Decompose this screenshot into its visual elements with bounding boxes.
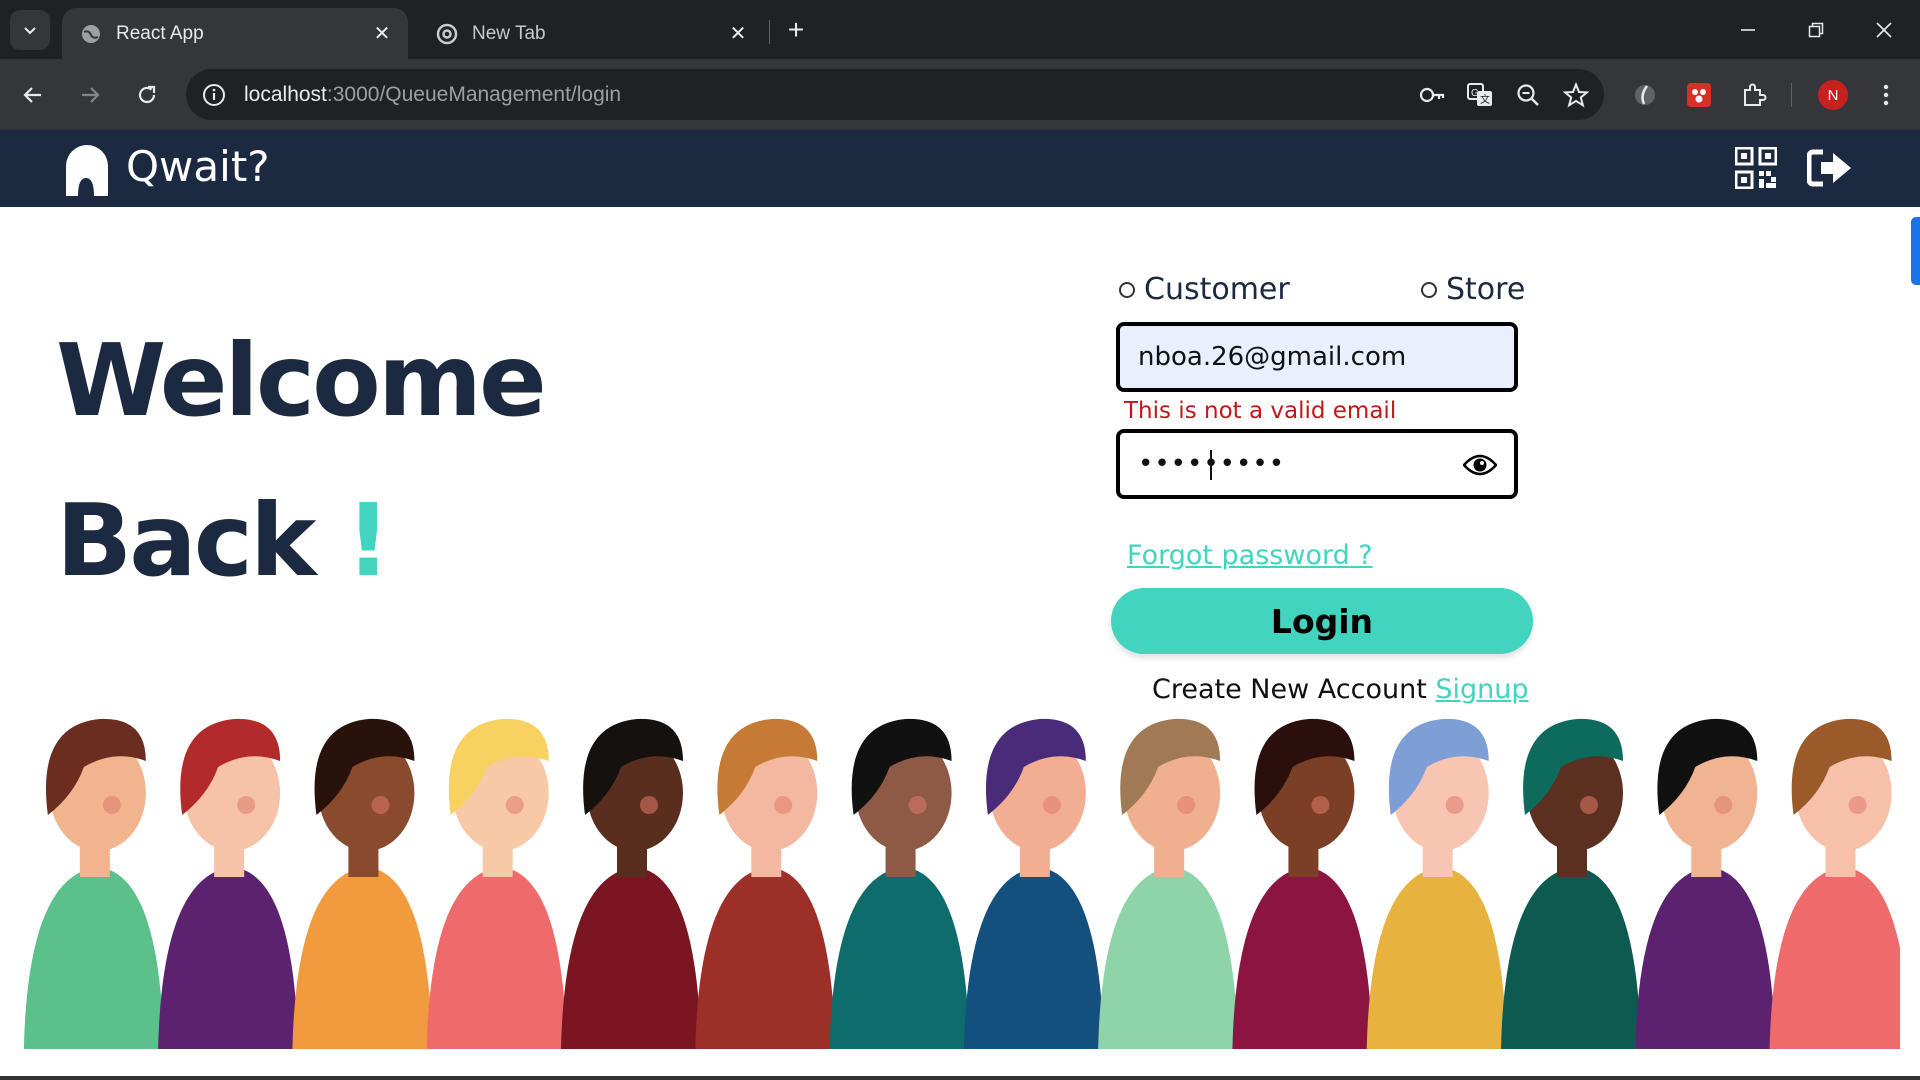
welcome-heading-line2: Back ! — [56, 482, 391, 599]
kebab-icon — [1883, 84, 1889, 106]
radio-button[interactable] — [1119, 281, 1135, 298]
qr-code-button[interactable] — [1732, 144, 1780, 192]
info-icon[interactable] — [200, 81, 228, 109]
svg-text:G: G — [1471, 88, 1479, 99]
tab-search-button[interactable] — [10, 10, 50, 50]
person-figure — [829, 718, 970, 1049]
app-header: Qwait? — [0, 130, 1920, 207]
password-field[interactable] — [1116, 429, 1518, 499]
bottom-border — [0, 1076, 1920, 1080]
radio-customer[interactable]: Customer — [1119, 272, 1290, 307]
person-figure — [963, 718, 1104, 1049]
create-account-text: Create New Account — [1152, 674, 1427, 705]
tab-new-tab[interactable]: New Tab ✕ — [418, 8, 764, 59]
translate-icon[interactable]: G文 — [1460, 75, 1500, 115]
person-figure — [158, 718, 299, 1049]
minimize-button[interactable] — [1714, 0, 1782, 59]
star-icon[interactable] — [1556, 75, 1596, 115]
person-figure — [1098, 718, 1239, 1049]
more-menu-button[interactable] — [1866, 75, 1906, 115]
tab-title: New Tab — [472, 22, 546, 44]
signup-prompt: Create New Account Signup — [1152, 674, 1529, 705]
person-figure — [292, 718, 433, 1049]
person-figure — [426, 718, 567, 1049]
puzzle-icon[interactable] — [1734, 75, 1774, 115]
person-figure — [1232, 718, 1373, 1049]
tab-react-app[interactable]: React App ✕ — [62, 8, 408, 59]
email-field[interactable] — [1116, 322, 1518, 392]
browser-tab-strip: React App ✕ New Tab ✕ + — [0, 0, 1920, 59]
close-icon[interactable]: ✕ — [726, 22, 750, 46]
close-icon — [1876, 21, 1892, 38]
radio-store[interactable]: Store — [1421, 272, 1525, 307]
url-text[interactable]: localhost:3000/QueueManagement/login — [244, 83, 1412, 107]
key-icon[interactable] — [1412, 75, 1452, 115]
welcome-exclamation: ! — [345, 482, 391, 599]
reload-icon — [138, 85, 156, 104]
tab-divider — [769, 20, 770, 44]
logout-button[interactable] — [1806, 144, 1854, 192]
arrow-left-icon — [23, 87, 41, 103]
plus-icon: + — [787, 14, 805, 45]
back-button[interactable] — [13, 75, 53, 115]
globe-icon — [80, 23, 102, 45]
brand-title[interactable]: Qwait? — [126, 142, 270, 191]
logo-icon — [66, 145, 108, 196]
restore-button[interactable] — [1782, 0, 1850, 59]
person-figure — [695, 718, 836, 1049]
person-figure — [1769, 718, 1900, 1049]
new-tab-button[interactable]: + — [778, 12, 814, 48]
welcome-back-text: Back — [56, 482, 316, 599]
text-caret — [1210, 450, 1212, 480]
minimize-icon — [1741, 28, 1755, 31]
email-input[interactable] — [1120, 326, 1514, 388]
person-figure — [1366, 718, 1507, 1049]
extension-icon[interactable] — [1679, 75, 1719, 115]
forward-button[interactable] — [70, 75, 110, 115]
chevron-down-icon — [24, 27, 36, 35]
close-window-button[interactable] — [1850, 0, 1918, 59]
forgot-password-link[interactable]: Forgot password ? — [1127, 540, 1373, 571]
address-bar[interactable]: localhost:3000/QueueManagement/login G文 — [186, 69, 1604, 120]
zoom-icon[interactable] — [1508, 75, 1548, 115]
chrome-icon — [436, 23, 458, 45]
qr-code-icon — [1735, 147, 1777, 189]
arrow-right-icon — [82, 87, 100, 103]
restore-icon — [1808, 22, 1824, 37]
extension-icon[interactable] — [1625, 75, 1665, 115]
person-figure — [1635, 718, 1776, 1049]
email-error-message: This is not a valid email — [1124, 398, 1397, 424]
profile-avatar[interactable]: N — [1818, 80, 1848, 110]
login-button[interactable]: Login — [1111, 588, 1533, 654]
reload-button[interactable] — [127, 75, 167, 115]
toolbar-divider — [1791, 83, 1792, 107]
password-input[interactable] — [1120, 433, 1514, 495]
logout-icon — [1807, 149, 1851, 187]
radio-label: Store — [1446, 272, 1526, 307]
welcome-heading: Welcome — [56, 322, 547, 439]
signup-link[interactable]: Signup — [1435, 674, 1528, 705]
radio-label: Customer — [1144, 272, 1290, 307]
person-figure — [561, 718, 701, 1049]
browser-toolbar: localhost:3000/QueueManagement/login G文 … — [0, 59, 1920, 130]
person-figure — [23, 718, 164, 1049]
crowd-illustration — [23, 718, 1900, 1049]
radio-button[interactable] — [1421, 281, 1437, 298]
eye-icon[interactable] — [1460, 445, 1500, 485]
scrollbar-thumb[interactable] — [1911, 217, 1920, 285]
close-icon[interactable]: ✕ — [370, 22, 394, 46]
svg-text:文: 文 — [1480, 93, 1490, 106]
tab-title: React App — [116, 22, 204, 44]
person-figure — [1501, 718, 1641, 1049]
